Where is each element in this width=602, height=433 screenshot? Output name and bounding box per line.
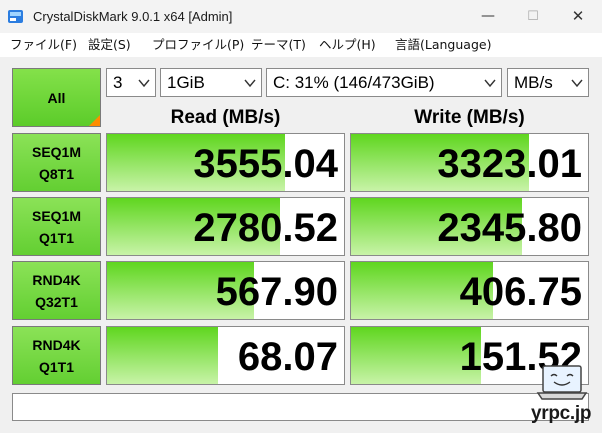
read-result-seq1m-q1t1: 2780.52 (106, 197, 345, 256)
write-result-seq1m-q8t1: 3323.01 (350, 133, 589, 192)
unit-value: MB/s (514, 73, 553, 92)
test-button-rnd4k-q1t1[interactable]: RND4K Q1T1 (12, 326, 101, 385)
menu-theme[interactable]: テーマ(T) (251, 37, 306, 53)
read-value: 2780.52 (193, 206, 338, 250)
read-result-rnd4k-q1t1: 68.07 (106, 326, 345, 385)
window-title: CrystalDiskMark 9.0.1 x64 [Admin] (33, 9, 233, 24)
read-value: 68.07 (237, 335, 338, 379)
all-button-label: All (47, 89, 66, 106)
read-value: 3555.04 (193, 142, 338, 186)
laptop-mascot-icon (536, 365, 588, 400)
test-button-seq1m-q8t1[interactable]: SEQ1M Q8T1 (12, 133, 101, 192)
drive-value: C: 31% (146/473GiB) (273, 73, 435, 92)
chevron-down-icon (484, 79, 496, 88)
maximize-button[interactable]: ☐ (511, 0, 555, 33)
test-size-value: 1GiB (167, 73, 205, 92)
test-name: RND4K (32, 337, 81, 353)
test-params: Q1T1 (38, 359, 74, 375)
write-result-seq1m-q1t1: 2345.80 (350, 197, 589, 256)
close-button[interactable]: ✕ (556, 0, 600, 33)
read-bar (107, 327, 219, 384)
read-result-seq1m-q8t1: 3555.04 (106, 133, 345, 192)
menu-settings[interactable]: 設定(S) (88, 37, 131, 53)
write-value: 2345.80 (437, 206, 582, 250)
menu-file[interactable]: ファイル(F) (10, 37, 77, 53)
chevron-down-icon (244, 79, 256, 88)
comment-input[interactable] (12, 393, 589, 421)
test-params: Q32T1 (35, 294, 78, 310)
title-bar: CrystalDiskMark 9.0.1 x64 [Admin] — ☐ ✕ (0, 0, 602, 33)
test-params: Q1T1 (38, 230, 74, 246)
all-button[interactable]: All (12, 68, 101, 127)
chevron-down-icon (138, 79, 150, 88)
test-name: SEQ1M (31, 144, 81, 160)
test-count-select[interactable]: 3 (106, 68, 156, 97)
write-value: 3323.01 (437, 142, 582, 186)
watermark-text: yrpc.jp (531, 403, 592, 424)
write-value: 406.75 (459, 270, 582, 314)
menu-bar: ファイル(F) 設定(S) プロファイル(P) テーマ(T) ヘルプ(H) 言語… (0, 33, 602, 57)
test-params: Q8T1 (38, 166, 74, 182)
read-column-header: Read (MB/s) (170, 107, 281, 128)
write-result-rnd4k-q32t1: 406.75 (350, 261, 589, 320)
test-count-value: 3 (113, 73, 123, 92)
test-size-select[interactable]: 1GiB (160, 68, 262, 97)
test-button-seq1m-q1t1[interactable]: SEQ1M Q1T1 (12, 197, 101, 256)
chevron-down-icon (571, 79, 583, 88)
test-button-rnd4k-q32t1[interactable]: RND4K Q32T1 (12, 261, 101, 320)
read-result-rnd4k-q32t1: 567.90 (106, 261, 345, 320)
read-value: 567.90 (215, 270, 338, 314)
test-name: RND4K (32, 272, 81, 288)
menu-help[interactable]: ヘルプ(H) (319, 37, 376, 53)
unit-select[interactable]: MB/s (507, 68, 589, 97)
corner-marker (89, 115, 100, 126)
crystaldiskmark-app-icon (8, 10, 23, 23)
drive-select[interactable]: C: 31% (146/473GiB) (266, 68, 502, 97)
minimize-button[interactable]: — (466, 0, 510, 33)
menu-language[interactable]: 言語(Language) (395, 37, 491, 53)
test-name: SEQ1M (31, 208, 81, 224)
menu-profile[interactable]: プロファイル(P) (152, 37, 244, 53)
write-column-header: Write (MB/s) (414, 107, 525, 128)
